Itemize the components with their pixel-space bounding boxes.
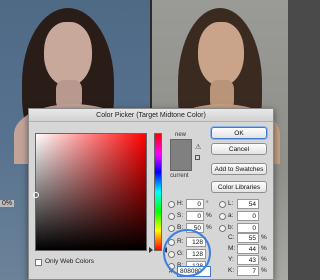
unit-cyan: % [261,234,267,241]
input-lab-b[interactable]: 0 [237,223,259,233]
input-cyan[interactable]: 55 [237,233,259,243]
radio-brightness[interactable] [168,225,175,232]
color-libraries-button[interactable]: Color Libraries [211,181,267,193]
left-face [44,22,92,86]
field-row-y: Y: 43 % [228,255,274,266]
field-row-s: S: 0 % [168,211,212,222]
radio-lightness[interactable] [219,201,226,208]
input-black[interactable]: 7 [237,266,259,276]
hue-slider-arrow-left[interactable] [149,247,153,253]
unit-hue: ° [206,200,209,207]
label-yellow: Y: [228,256,234,263]
web-safe-cube-icon[interactable] [195,155,200,160]
dialog-title: Color Picker (Target Midtone Color) [29,109,273,122]
rgb-highlight-circle [163,229,211,277]
field-row-a: a: 0 [219,211,269,222]
field-row-k: K: 7 % [228,266,274,277]
hue-slider[interactable] [154,133,162,251]
only-web-colors-label: Only Web Colors [45,258,95,265]
radio-a[interactable] [219,213,226,220]
label-lightness: L: [228,200,234,207]
label-cyan: C: [228,234,235,241]
current-color-swatch[interactable] [170,155,192,171]
input-a[interactable]: 0 [237,211,259,221]
unit-magenta: % [261,245,267,252]
ok-button[interactable]: OK [211,127,267,139]
label-a: a: [228,212,234,219]
swatch-current-label: current [170,173,189,179]
add-to-swatches-button[interactable]: Add to Swatches [211,163,267,175]
radio-hue[interactable] [168,201,175,208]
label-hue: H: [177,200,184,207]
field-row-m: M: 44 % [228,244,274,255]
right-face [198,22,244,86]
unit-black: % [261,267,267,274]
label-black: K: [228,267,235,274]
field-row-l: L: 54 [219,199,269,210]
label-lab-b: b: [228,224,234,231]
radio-lab-b[interactable] [219,225,226,232]
new-color-swatch [170,139,192,155]
field-row-c: C: 55 % [228,233,274,244]
saturation-brightness-field[interactable] [33,133,147,251]
unit-yellow: % [261,256,267,263]
unit-saturation: % [206,212,212,219]
out-of-gamut-icon[interactable]: ⚠ [195,143,201,151]
color-picker-dialog: Color Picker (Target Midtone Color) new … [28,108,274,280]
only-web-colors-checkbox[interactable] [35,259,42,266]
swatch-new-label: new [175,132,187,138]
color-cursor[interactable] [33,192,39,198]
input-magenta[interactable]: 44 [237,244,259,254]
unit-brightness: % [206,224,212,231]
left-zoom-label: 0% [0,200,15,207]
input-lightness[interactable]: 54 [237,199,259,209]
field-row-h: H: 0 ° [168,199,212,210]
cancel-button[interactable]: Cancel [211,143,267,155]
label-magenta: M: [228,245,236,252]
input-yellow[interactable]: 43 [237,255,259,265]
radio-saturation[interactable] [168,213,175,220]
input-hue[interactable]: 0 [186,199,204,209]
label-saturation: S: [177,212,184,219]
input-saturation[interactable]: 0 [186,211,204,221]
